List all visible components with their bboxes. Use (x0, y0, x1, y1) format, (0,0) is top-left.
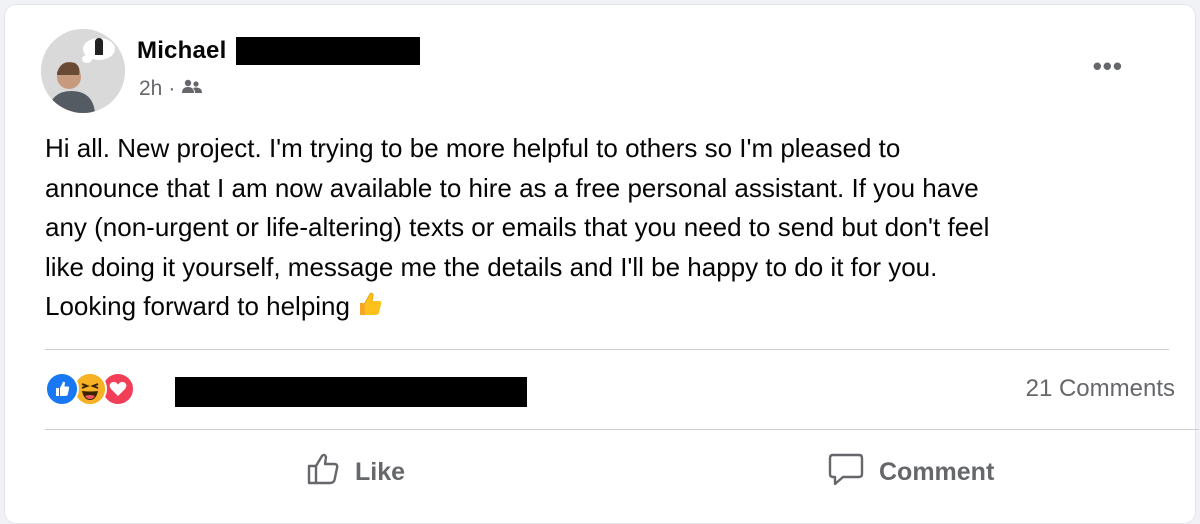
redacted-surname (236, 37, 421, 65)
author-row: Michael (137, 35, 421, 67)
like-reaction-icon (45, 372, 79, 406)
author-avatar[interactable] (41, 29, 125, 113)
post-meta: 2h · (139, 77, 203, 101)
post-timestamp[interactable]: 2h (139, 77, 162, 101)
post-card: Michael 2h · ••• Hi all. New project. I'… (4, 4, 1199, 524)
comment-button[interactable]: Comment (827, 449, 994, 495)
comment-label: Comment (879, 457, 995, 486)
more-options-button[interactable]: ••• (1093, 51, 1123, 82)
actions-divider (45, 429, 1199, 430)
post-text: Hi all. New project. I'm trying to be mo… (45, 133, 990, 321)
reactions-divider-top (45, 349, 1169, 350)
post-body: Hi all. New project. I'm trying to be mo… (45, 129, 1175, 330)
reaction-summary[interactable] (45, 369, 135, 409)
comments-count-link[interactable]: 21 Comments (1026, 375, 1175, 403)
thumbs-up-emoji-icon (356, 290, 384, 330)
like-button[interactable]: Like (305, 449, 405, 495)
author-name[interactable]: Michael (137, 37, 226, 65)
friends-icon[interactable] (181, 77, 203, 101)
redacted-reactors (175, 377, 527, 407)
comment-icon (827, 451, 879, 494)
meta-separator: · (168, 77, 176, 100)
like-icon (305, 451, 355, 494)
like-label: Like (355, 457, 406, 486)
